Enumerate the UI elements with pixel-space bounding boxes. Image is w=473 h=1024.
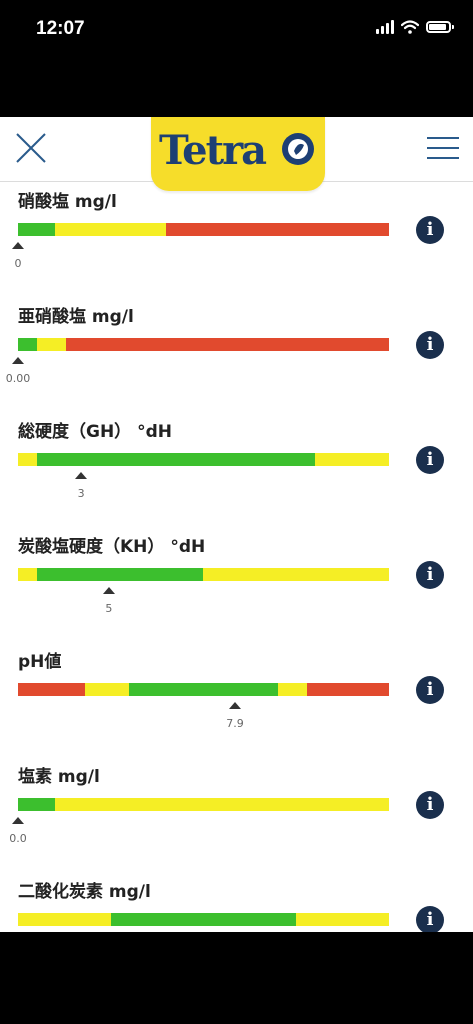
parameter-label: pH値 [18, 652, 62, 672]
close-icon[interactable] [12, 129, 50, 167]
range-segment-yellow [277, 683, 308, 696]
range-segment-green [18, 338, 37, 351]
range-segment-yellow [296, 913, 389, 926]
parameter-value: 5 [105, 602, 113, 615]
parameter-value: 3 [77, 487, 85, 500]
parameter-list: 硝酸塩 mg/l 0 i 亜硝酸塩 mg/l 0.00 i 総硬度（GH） °dH 3 i 炭酸塩… [0, 181, 473, 932]
tetra-logo: Tetra [151, 117, 325, 191]
range-segment-green [18, 223, 56, 236]
range-bar [18, 913, 389, 926]
parameter-row: 炭酸塩硬度（KH） °dH 5 i [0, 526, 473, 641]
range-segment-red [166, 223, 389, 236]
range-segment-green [18, 798, 56, 811]
parameter-value: 0.00 [5, 372, 31, 385]
wifi-icon [401, 20, 419, 34]
range-segment-yellow [84, 683, 130, 696]
value-marker-icon [75, 472, 88, 479]
hamburger-menu-icon[interactable] [427, 133, 459, 163]
parameter-row: 塩素 mg/l 0.0 i [0, 756, 473, 871]
range-bar [18, 798, 389, 811]
range-bar [18, 568, 389, 581]
status-bar: 12:07 [0, 0, 473, 60]
range-segment-yellow [18, 913, 111, 926]
value-marker-icon [229, 702, 242, 709]
parameter-row: pH値 7.9 i [0, 641, 473, 756]
range-segment-red [307, 683, 389, 696]
logo-text: Tetra [159, 127, 267, 174]
info-icon[interactable]: i [416, 216, 444, 244]
value-marker-icon [102, 587, 115, 594]
parameter-row: 二酸化炭素 mg/l i [0, 871, 473, 932]
status-time: 12:07 [36, 18, 85, 39]
range-bar [18, 683, 389, 696]
fish-emblem-icon [282, 133, 314, 165]
status-icons [376, 20, 454, 34]
value-marker-icon [12, 242, 24, 249]
range-segment-red [66, 338, 389, 351]
info-icon[interactable]: i [416, 561, 444, 589]
range-segment-yellow [203, 568, 389, 581]
range-segment-yellow [55, 798, 389, 811]
range-segment-red [18, 683, 85, 696]
cellular-signal-icon [376, 20, 394, 34]
info-icon[interactable]: i [416, 906, 444, 932]
parameter-value: 0.0 [9, 832, 27, 845]
parameter-row: 硝酸塩 mg/l 0 i [0, 181, 473, 296]
range-bar [18, 453, 389, 466]
info-icon[interactable]: i [416, 676, 444, 704]
parameter-label: 亜硝酸塩 mg/l [18, 307, 134, 327]
parameter-value: 7.9 [226, 717, 244, 730]
range-segment-yellow [36, 338, 67, 351]
range-segment-green [36, 453, 315, 466]
value-marker-icon [12, 357, 24, 364]
range-segment-yellow [18, 568, 37, 581]
parameter-value: 0 [14, 257, 22, 270]
parameter-label: 塩素 mg/l [18, 767, 100, 787]
parameter-label: 硝酸塩 mg/l [18, 192, 117, 212]
parameter-label: 炭酸塩硬度（KH） °dH [18, 537, 206, 557]
range-segment-green [129, 683, 278, 696]
parameter-row: 総硬度（GH） °dH 3 i [0, 411, 473, 526]
parameter-label: 二酸化炭素 mg/l [18, 882, 151, 902]
range-bar [18, 338, 389, 351]
range-segment-green [36, 568, 204, 581]
range-segment-yellow [55, 223, 167, 236]
range-segment-green [110, 913, 297, 926]
app-screen: Tetra 硝酸塩 mg/l 0 i 亜硝酸塩 mg/l 0.00 i 総硬度（GH） °d… [0, 117, 473, 932]
info-icon[interactable]: i [416, 791, 444, 819]
info-icon[interactable]: i [416, 331, 444, 359]
info-icon[interactable]: i [416, 446, 444, 474]
parameter-row: 亜硝酸塩 mg/l 0.00 i [0, 296, 473, 411]
value-marker-icon [12, 817, 24, 824]
range-segment-yellow [314, 453, 389, 466]
battery-icon [426, 21, 454, 33]
range-bar [18, 223, 389, 236]
range-segment-yellow [18, 453, 37, 466]
parameter-label: 総硬度（GH） °dH [18, 422, 172, 442]
